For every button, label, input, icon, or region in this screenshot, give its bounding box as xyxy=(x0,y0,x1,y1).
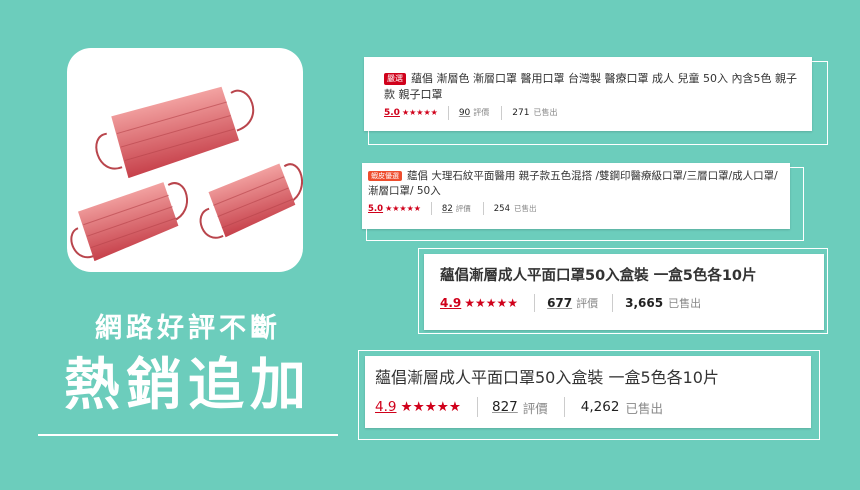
review-label: 評價 xyxy=(473,108,490,118)
sold-count: 254 xyxy=(493,203,510,214)
badge: 蝦皮優選 xyxy=(368,171,402,182)
badge: 嚴選 xyxy=(384,73,406,85)
review-count: 677 xyxy=(547,296,573,311)
listing-title: 蘊倡漸層成人平面口罩50入盒裝 一盒5色各10片 xyxy=(440,268,757,284)
headline-big: 熱銷追加 xyxy=(64,353,312,418)
mask-2 xyxy=(70,182,189,262)
mask-1 xyxy=(95,86,255,179)
review-label: 評價 xyxy=(455,204,471,214)
review-label: 評價 xyxy=(522,400,548,416)
sold-count: 4,262 xyxy=(580,399,620,416)
rating-stars: ★★★★★ xyxy=(400,399,461,416)
rating-stars: ★★★★★ xyxy=(464,296,519,311)
sold-count: 271 xyxy=(512,107,530,118)
review-count: 90 xyxy=(458,107,471,118)
review-label: 評價 xyxy=(576,297,599,311)
listing-meta: 4.9 ★★★★★ 677 評價 3,665 已售出 xyxy=(440,294,814,313)
sold-count: 3,665 xyxy=(625,296,664,311)
listing-title: 嚴選 蘊倡 漸層色 漸層口罩 醫用口罩 台灣製 醫療口罩 成人 兒童 50入 內含… xyxy=(384,72,797,101)
listing-meta: 4.9 ★★★★★ 827 評價 4,262 已售出 xyxy=(375,397,801,418)
sold-label: 已售出 xyxy=(533,108,558,118)
rating-value: 5.0 xyxy=(368,203,384,214)
rating-value: 4.9 xyxy=(375,399,397,416)
review-count: 827 xyxy=(492,399,518,416)
sold-label: 已售出 xyxy=(625,400,663,416)
review-count: 82 xyxy=(441,203,453,214)
rating-value: 4.9 xyxy=(440,296,462,311)
rating-stars: ★★★★★ xyxy=(385,204,421,214)
sold-label: 已售出 xyxy=(668,297,702,311)
product-image xyxy=(67,48,303,272)
listing-meta: 5.0 ★★★★★ 90 評價 271 已售出 xyxy=(384,105,802,120)
rating-stars: ★★★★★ xyxy=(401,108,438,118)
rating-value: 5.0 xyxy=(384,107,400,118)
headline-underline xyxy=(38,434,338,436)
mask-3 xyxy=(199,163,303,239)
sold-label: 已售出 xyxy=(513,204,537,214)
listing-meta: 5.0 ★★★★★ 82 評價 254 已售出 xyxy=(368,202,782,216)
listing-title: 蘊倡漸層成人平面口罩50入盒裝 一盒5色各10片 xyxy=(375,368,719,387)
listing-title: 蝦皮優選 蘊倡 大理石紋平面醫用 親子款五色混搭 /雙鋼印醫療級口罩/三層口罩/成… xyxy=(368,170,778,198)
mask-illustration xyxy=(70,86,303,262)
